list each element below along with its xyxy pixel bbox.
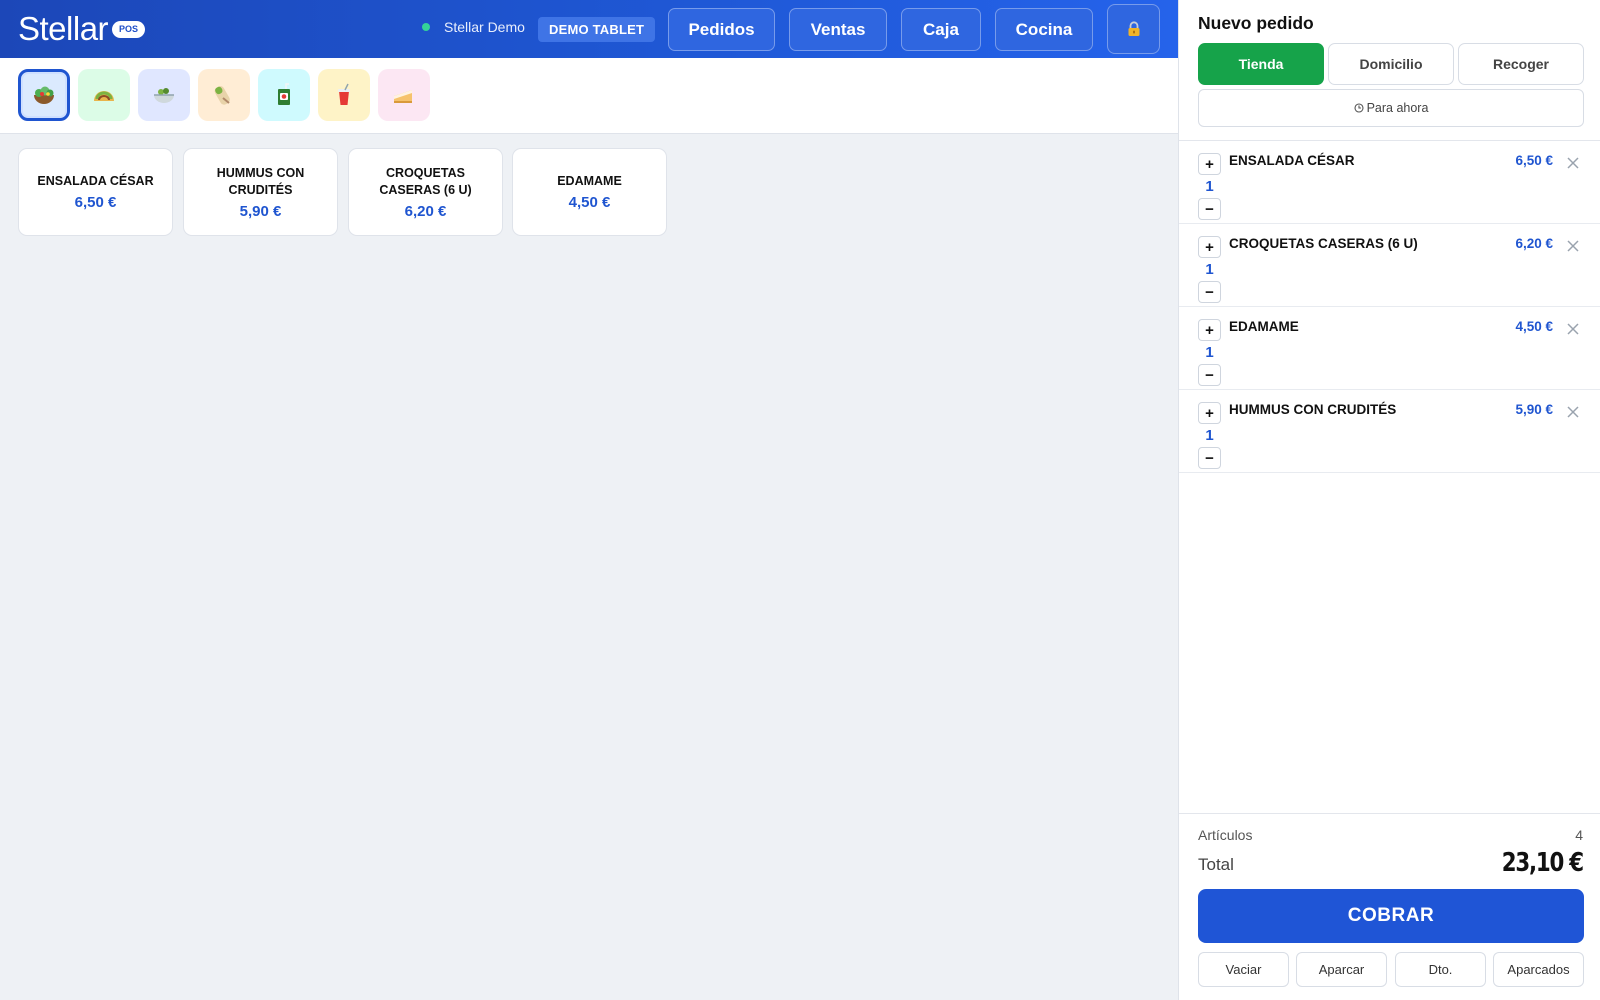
line-quantity: 1	[1205, 261, 1214, 278]
line-quantity: 1	[1205, 344, 1214, 361]
remove-line-button[interactable]	[1565, 238, 1581, 254]
order-title: Nuevo pedido	[1198, 13, 1314, 33]
cake-icon	[394, 90, 412, 103]
lock-button[interactable]	[1107, 4, 1160, 54]
order-panel: Nuevo pedido Tienda Domicilio Recoger Pa…	[1178, 0, 1600, 1000]
line-quantity: 1	[1205, 427, 1214, 444]
product-card[interactable]: EDAMAME 4,50 €	[512, 148, 667, 236]
line-name: EDAMAME	[1229, 319, 1299, 334]
store-indicator: Stellar Demo	[422, 19, 525, 35]
articles-count: 4	[1575, 827, 1583, 843]
line-price: 4,50 €	[1515, 319, 1553, 334]
close-icon	[1567, 323, 1579, 335]
category-juices[interactable]	[258, 69, 310, 121]
clear-order-button[interactable]: Vaciar	[1198, 952, 1289, 987]
order-line: + 1 − CROQUETAS CASERAS (6 U) 6,20 €	[1179, 224, 1600, 307]
store-name: Stellar Demo	[444, 19, 525, 35]
park-order-button[interactable]: Aparcar	[1296, 952, 1387, 987]
product-name: CROQUETAS CASERAS (6 U)	[379, 165, 472, 197]
category-bar	[0, 58, 1178, 134]
divider	[1179, 813, 1600, 814]
mode-domicilio-button[interactable]: Domicilio	[1328, 43, 1454, 85]
top-bar: Stellar POS Stellar Demo DEMO TABLET Ped…	[0, 0, 1178, 58]
bowl-icon	[154, 88, 174, 103]
total-label: Total	[1198, 855, 1234, 874]
category-tacos[interactable]	[78, 69, 130, 121]
discount-button[interactable]: Dto.	[1395, 952, 1486, 987]
wrap-icon	[214, 86, 230, 105]
product-price: 6,20 €	[404, 202, 447, 220]
schedule-label: Para ahora	[1366, 101, 1429, 115]
online-status-dot	[422, 23, 430, 31]
nav-caja-button[interactable]: Caja	[901, 8, 981, 51]
decrease-qty-button[interactable]: −	[1198, 281, 1221, 303]
device-badge: DEMO TABLET	[538, 17, 656, 42]
total-value: 23,10 €	[1501, 848, 1584, 878]
close-icon	[1567, 406, 1579, 418]
line-price: 6,50 €	[1515, 153, 1553, 168]
line-quantity: 1	[1205, 178, 1214, 195]
order-line: + 1 − HUMMUS CON CRUDITÉS 5,90 €	[1179, 390, 1600, 473]
taco-icon	[94, 91, 114, 101]
parked-orders-button[interactable]: Aparcados	[1493, 952, 1584, 987]
line-name: HUMMUS CON CRUDITÉS	[1229, 402, 1397, 417]
articles-label: Artículos	[1198, 827, 1253, 843]
nav-pedidos-button[interactable]: Pedidos	[668, 8, 775, 51]
line-price: 5,90 €	[1515, 402, 1553, 417]
schedule-button[interactable]: Para ahora	[1198, 89, 1584, 127]
remove-line-button[interactable]	[1565, 321, 1581, 337]
product-card[interactable]: CROQUETAS CASERAS (6 U) 6,20 €	[348, 148, 503, 236]
product-price: 5,90 €	[239, 202, 282, 220]
remove-line-button[interactable]	[1565, 155, 1581, 171]
product-price: 6,50 €	[74, 194, 117, 211]
juice-box-icon	[278, 83, 290, 105]
product-price: 4,50 €	[568, 194, 611, 211]
close-icon	[1567, 157, 1579, 169]
product-card[interactable]: HUMMUS CON CRUDITÉS 5,90 €	[183, 148, 338, 236]
order-line: + 1 − ENSALADA CÉSAR 6,50 €	[1179, 141, 1600, 224]
increase-qty-button[interactable]: +	[1198, 153, 1221, 175]
increase-qty-button[interactable]: +	[1198, 236, 1221, 258]
remove-line-button[interactable]	[1565, 404, 1581, 420]
category-wraps[interactable]	[198, 69, 250, 121]
clock-icon	[1354, 103, 1364, 113]
product-name: EDAMAME	[557, 174, 622, 188]
mode-tienda-button[interactable]: Tienda	[1198, 43, 1324, 85]
nav-cocina-button[interactable]: Cocina	[995, 8, 1093, 51]
lock-icon	[1128, 21, 1139, 36]
drink-cup-icon	[338, 83, 350, 105]
nav-ventas-button[interactable]: Ventas	[789, 8, 887, 51]
category-desserts[interactable]	[378, 69, 430, 121]
decrease-qty-button[interactable]: −	[1198, 364, 1221, 386]
mode-recoger-button[interactable]: Recoger	[1458, 43, 1584, 85]
line-price: 6,20 €	[1515, 236, 1553, 251]
decrease-qty-button[interactable]: −	[1198, 447, 1221, 469]
logo-badge: POS	[112, 20, 146, 38]
logo: Stellar POS	[18, 10, 146, 47]
line-name: ENSALADA CÉSAR	[1229, 153, 1355, 168]
line-name: CROQUETAS CASERAS (6 U)	[1229, 236, 1418, 251]
category-drinks[interactable]	[318, 69, 370, 121]
increase-qty-button[interactable]: +	[1198, 402, 1221, 424]
logo-text: Stellar	[18, 10, 109, 47]
category-bowls[interactable]	[138, 69, 190, 121]
close-icon	[1567, 240, 1579, 252]
product-name: HUMMUS CON CRUDITÉS	[216, 165, 305, 197]
product-card[interactable]: ENSALADA CÉSAR 6,50 €	[18, 148, 173, 236]
main-area: Stellar POS Stellar Demo DEMO TABLET Ped…	[0, 0, 1178, 1000]
salad-icon	[34, 86, 54, 104]
order-line: + 1 − EDAMAME 4,50 €	[1179, 307, 1600, 390]
increase-qty-button[interactable]: +	[1198, 319, 1221, 341]
category-salads[interactable]	[18, 69, 70, 121]
decrease-qty-button[interactable]: −	[1198, 198, 1221, 220]
product-name: ENSALADA CÉSAR	[37, 174, 154, 188]
charge-button[interactable]: COBRAR	[1198, 889, 1584, 943]
